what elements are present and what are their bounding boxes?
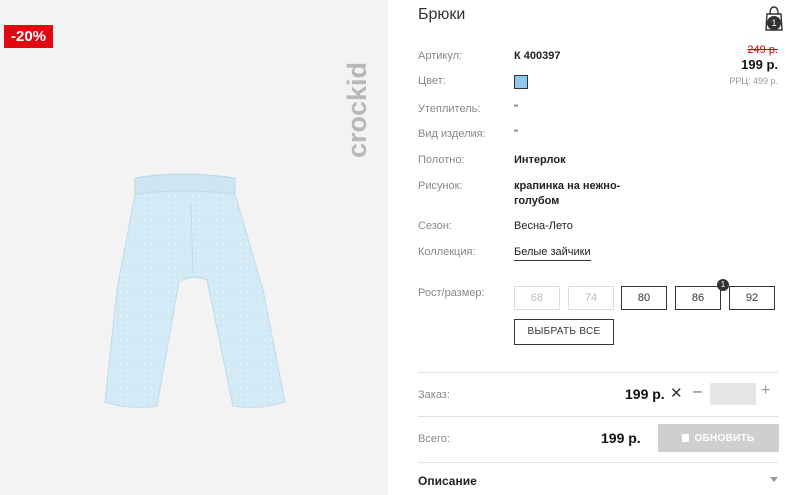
size-86-quantity-badge: 1	[717, 279, 729, 291]
season-label: Сезон:	[418, 220, 452, 232]
divider	[418, 416, 778, 417]
size-option-80[interactable]: 80	[621, 286, 667, 310]
product-image-pants[interactable]	[95, 170, 295, 415]
order-price: 199 р.	[625, 386, 665, 402]
size-option-86[interactable]: 86	[675, 286, 721, 310]
fabric-value: Интерлок	[514, 154, 566, 166]
cart-count-badge: 1	[767, 16, 781, 30]
total-price: 199 р.	[601, 430, 641, 446]
remove-item-icon[interactable]: ✕	[670, 384, 683, 402]
size-option-92[interactable]: 92	[729, 286, 775, 310]
size-option-68[interactable]: 68	[514, 286, 560, 310]
pattern-label: Рисунок:	[418, 180, 463, 192]
brand-logo-text: crockid	[342, 62, 372, 158]
article-label: Артикул:	[418, 50, 463, 62]
decrease-quantity-button[interactable]: –	[693, 383, 702, 401]
update-cart-button[interactable]: ОБНОВИТЬ	[658, 424, 779, 452]
cart-small-icon	[682, 434, 690, 442]
product-title: Брюки	[418, 6, 466, 23]
quantity-input[interactable]	[710, 383, 756, 405]
crockid-logo: crockid	[342, 62, 372, 158]
recommended-retail-price: РРЦ: 499 р.	[729, 76, 778, 86]
collection-link[interactable]: Белые зайчики	[514, 246, 591, 261]
product-image-panel[interactable]: -20% crockid	[0, 0, 388, 495]
divider	[418, 372, 778, 373]
product-details: Брюки 1 249 р. 199 р. РРЦ: 499 р. Артику…	[418, 0, 784, 495]
total-label: Всего:	[418, 433, 450, 445]
article-value: К 400397	[514, 50, 561, 62]
color-label: Цвет:	[418, 75, 446, 87]
item-type-value: "	[514, 128, 518, 140]
insulation-value: "	[514, 103, 518, 115]
order-label: Заказ:	[418, 389, 450, 401]
price-block: 249 р. 199 р. РРЦ: 499 р.	[729, 44, 778, 86]
pattern-value-line2: голубом	[514, 195, 560, 207]
update-button-label: ОБНОВИТЬ	[694, 432, 755, 444]
color-swatch[interactable]	[514, 75, 528, 89]
size-option-74[interactable]: 74	[568, 286, 614, 310]
pattern-value-line1: крапинка на нежно-	[514, 180, 621, 192]
divider	[418, 462, 778, 463]
collection-label: Коллекция:	[418, 246, 476, 258]
increase-quantity-button[interactable]: +	[761, 382, 770, 400]
item-type-label: Вид изделия:	[418, 128, 486, 140]
chevron-down-icon[interactable]	[770, 477, 778, 482]
select-all-sizes-button[interactable]: ВЫБРАТЬ ВСЕ	[514, 319, 614, 345]
size-label: Рост/размер:	[418, 287, 485, 299]
fabric-label: Полотно:	[418, 154, 465, 166]
insulation-label: Утеплитель:	[418, 103, 481, 115]
discount-badge: -20%	[4, 25, 53, 48]
description-toggle[interactable]: Описание	[418, 474, 477, 488]
old-price: 249 р.	[747, 44, 778, 56]
current-price: 199 р.	[741, 57, 778, 72]
season-value: Весна-Лето	[514, 220, 573, 232]
